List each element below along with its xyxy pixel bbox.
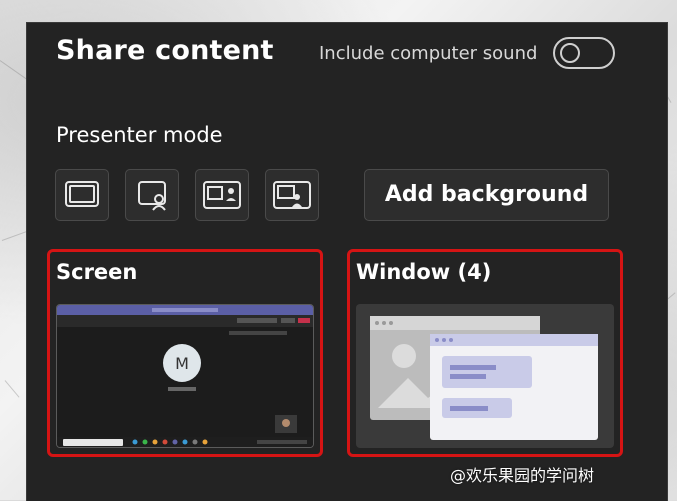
- screen-preview-graphic: M: [57, 305, 313, 447]
- window-card-title: Window (4): [356, 260, 492, 284]
- screen-preview-avatar-letter: M: [175, 354, 189, 373]
- toggle-knob: [560, 43, 580, 63]
- screen-preview: M: [56, 304, 314, 448]
- presenter-mode-reporter[interactable]: [265, 169, 319, 221]
- window-preview-graphic: [370, 316, 598, 440]
- presenter-mode-standout[interactable]: [125, 169, 179, 221]
- side-by-side-icon: [203, 181, 241, 209]
- standout-icon: [138, 181, 166, 211]
- share-window-card[interactable]: Window (4): [347, 249, 623, 457]
- include-sound-toggle[interactable]: [553, 37, 615, 69]
- share-screen-card[interactable]: Screen M: [47, 249, 323, 457]
- panel-title: Share content: [56, 35, 274, 66]
- presenter-mode-content-only[interactable]: [55, 169, 109, 221]
- presenter-mode-label: Presenter mode: [56, 123, 223, 147]
- window-preview: [356, 304, 614, 448]
- include-sound-label: Include computer sound: [319, 43, 538, 64]
- reporter-icon: [273, 181, 311, 209]
- screen-card-title: Screen: [56, 260, 138, 284]
- share-content-panel: Share content Include computer sound Pre…: [26, 22, 668, 501]
- add-background-button[interactable]: Add background: [364, 169, 609, 221]
- presenter-mode-side-by-side[interactable]: [195, 169, 249, 221]
- watermark-text: @欢乐果园的学问树: [450, 466, 595, 485]
- content-only-icon: [65, 181, 99, 207]
